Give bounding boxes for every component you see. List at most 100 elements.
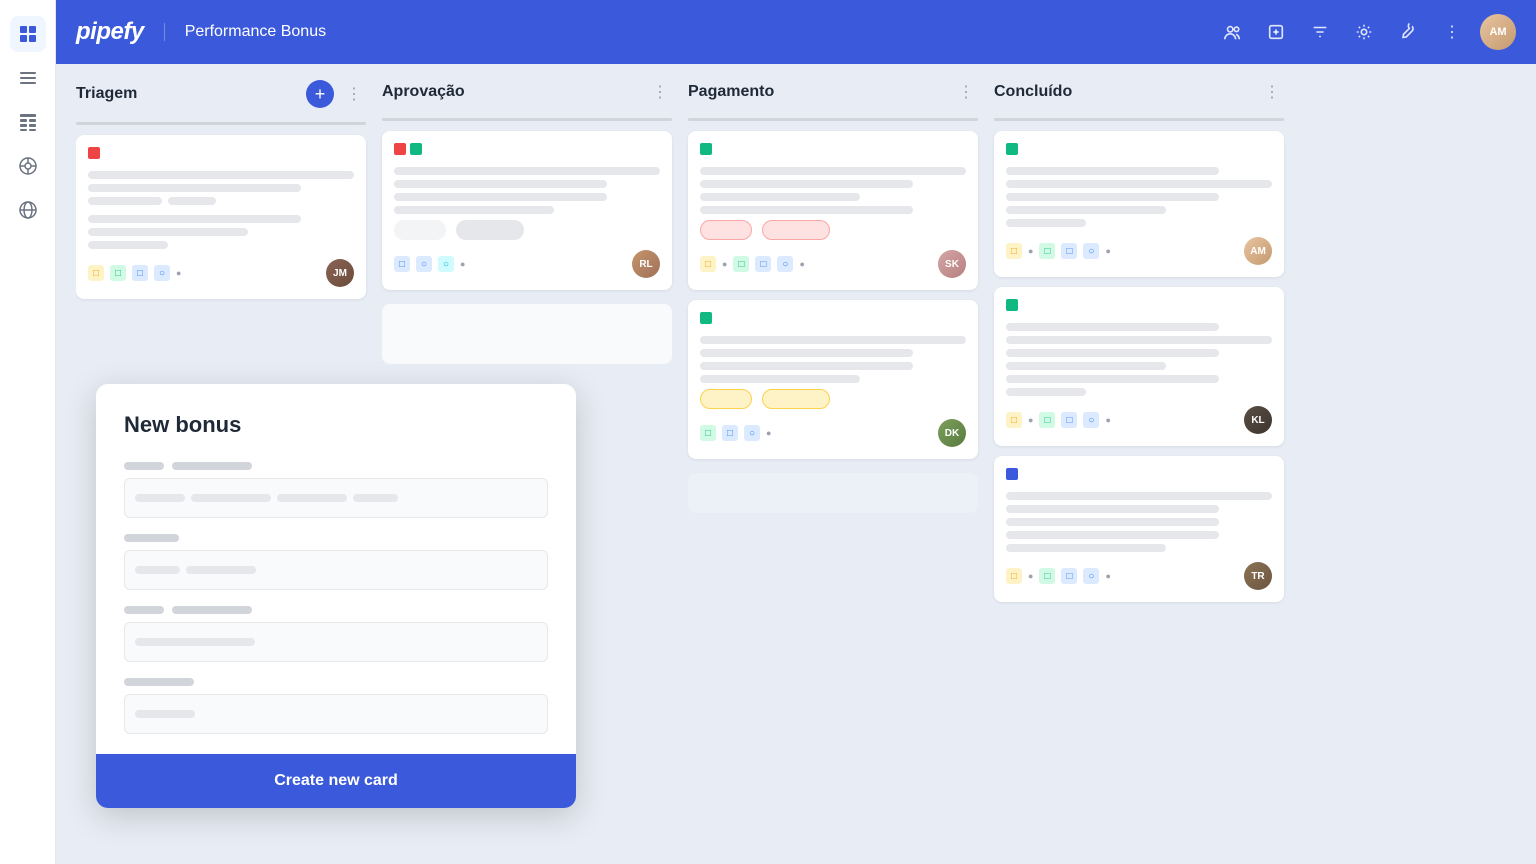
table-row[interactable]: □ ● □ □ ○ ● AM xyxy=(994,131,1284,277)
list-item xyxy=(688,473,978,513)
card-line xyxy=(88,184,301,192)
list-item xyxy=(382,304,672,364)
card-line xyxy=(1006,336,1272,344)
column-header-aprovacao: Aprovação ⋮ xyxy=(382,80,672,112)
form-input-3[interactable] xyxy=(124,622,548,662)
card-tag-green xyxy=(1006,143,1018,155)
card-footer: □ ● □ □ ○ ● KL xyxy=(1006,406,1272,434)
sidebar-item-automation[interactable] xyxy=(10,148,46,184)
form-label-skel xyxy=(172,606,252,614)
create-new-card-button[interactable]: Create new card xyxy=(124,772,548,790)
table-row[interactable]: □ ● □ □ ○ ● SK xyxy=(688,131,978,290)
form-label-skel xyxy=(124,462,164,470)
card-icon-blue2: ○ xyxy=(1083,568,1099,584)
card-badge xyxy=(456,220,524,240)
column-pagamento: Pagamento ⋮ xyxy=(688,80,978,844)
card-line xyxy=(1006,180,1272,188)
card-line xyxy=(700,362,913,370)
card-badge-yellow xyxy=(700,389,752,409)
column-menu-pagamento[interactable]: ⋮ xyxy=(954,80,978,104)
card-tag-red xyxy=(88,147,100,159)
card-line xyxy=(700,336,966,344)
card-tags xyxy=(1006,299,1272,317)
card-avatar: JM xyxy=(326,259,354,287)
column-add-button-triagem[interactable]: + xyxy=(306,80,334,108)
card-badge-yellow2 xyxy=(762,389,830,409)
modal-footer: Create new card xyxy=(96,754,576,808)
column-menu-aprovacao[interactable]: ⋮ xyxy=(648,80,672,104)
card-line xyxy=(394,206,554,214)
card-icon-dots: ● xyxy=(1105,415,1110,425)
sidebar-item-globe[interactable] xyxy=(10,192,46,228)
sidebar-item-list[interactable] xyxy=(10,60,46,96)
card-line xyxy=(700,193,860,201)
card-badge xyxy=(394,220,446,240)
card-avatar: DK xyxy=(938,419,966,447)
form-label-skel xyxy=(124,678,194,686)
card-icon-blue2: ○ xyxy=(154,265,170,281)
table-row[interactable]: □ □ ○ ● DK xyxy=(688,300,978,459)
filter-icon[interactable] xyxy=(1304,16,1336,48)
column-menu-triagem[interactable]: ⋮ xyxy=(342,82,366,106)
column-divider-triagem xyxy=(76,122,366,125)
card-tag-green xyxy=(410,143,422,155)
table-row[interactable]: □ □ □ ○ ● JM xyxy=(76,135,366,299)
card-avatar: KL xyxy=(1244,406,1272,434)
card-icons: □ □ □ ○ ● xyxy=(88,265,181,281)
card-tags xyxy=(88,147,354,165)
card-icon-blue: □ xyxy=(1061,412,1077,428)
card-icon-blue: □ xyxy=(394,256,410,272)
card-icon-green: □ xyxy=(110,265,126,281)
card-badge-red xyxy=(700,220,752,240)
sidebar-item-table[interactable] xyxy=(10,104,46,140)
table-row[interactable]: □ ○ ○ ● RL xyxy=(382,131,672,290)
modal-title: New bonus xyxy=(124,412,548,438)
card-line xyxy=(700,180,913,188)
settings-icon[interactable] xyxy=(1348,16,1380,48)
sidebar xyxy=(0,0,56,864)
card-line xyxy=(1006,219,1086,227)
form-input-4[interactable] xyxy=(124,694,548,734)
column-header-pagamento: Pagamento ⋮ xyxy=(688,80,978,112)
card-icon-blue2: ○ xyxy=(777,256,793,272)
card-icon-orange: □ xyxy=(1006,568,1022,584)
card-line xyxy=(700,349,913,357)
card-icons: □ ● □ □ ○ ● xyxy=(1006,243,1111,259)
card-icon-blue: □ xyxy=(755,256,771,272)
form-input-2[interactable] xyxy=(124,550,548,590)
card-line xyxy=(700,167,966,175)
form-input-1[interactable] xyxy=(124,478,548,518)
card-line xyxy=(1006,167,1219,175)
logo-text: pipefy xyxy=(76,18,144,46)
column-title-pagamento: Pagamento xyxy=(688,83,946,101)
header-actions: ⋮ AM xyxy=(1216,14,1516,50)
card-icon-green: □ xyxy=(733,256,749,272)
column-menu-concluido[interactable]: ⋮ xyxy=(1260,80,1284,104)
card-icon-green: □ xyxy=(1039,412,1055,428)
card-icon-dot: ● xyxy=(1028,246,1033,256)
card-tags xyxy=(1006,143,1272,161)
card-tags xyxy=(1006,468,1272,486)
form-label-row-4 xyxy=(124,678,548,686)
card-line xyxy=(1006,323,1219,331)
users-icon[interactable] xyxy=(1216,16,1248,48)
card-icon-dot: ● xyxy=(722,259,727,269)
logo: pipefy xyxy=(76,18,144,46)
card-icon-blue: □ xyxy=(1061,243,1077,259)
wrench-icon[interactable] xyxy=(1392,16,1424,48)
import-icon[interactable] xyxy=(1260,16,1292,48)
table-row[interactable]: □ ● □ □ ○ ● KL xyxy=(994,287,1284,446)
form-label-skel xyxy=(172,462,252,470)
table-row[interactable]: □ ● □ □ ○ ● TR xyxy=(994,456,1284,602)
header: pipefy Performance Bonus xyxy=(56,0,1536,64)
column-divider-aprovacao xyxy=(382,118,672,121)
column-divider-concluido xyxy=(994,118,1284,121)
card-line xyxy=(1006,505,1219,513)
new-bonus-modal: New bonus xyxy=(96,384,576,808)
card-icon-blue: □ xyxy=(722,425,738,441)
column-header-concluido: Concluído ⋮ xyxy=(994,80,1284,112)
more-menu-icon[interactable]: ⋮ xyxy=(1436,16,1468,48)
column-header-triagem: Triagem + ⋮ xyxy=(76,80,366,116)
user-avatar[interactable]: AM xyxy=(1480,14,1516,50)
sidebar-item-grid[interactable] xyxy=(10,16,46,52)
